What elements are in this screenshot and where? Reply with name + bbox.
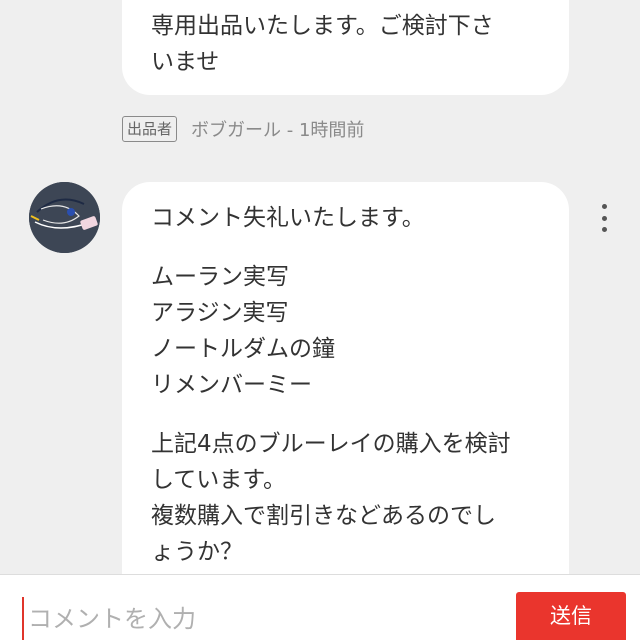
comment-text: コメント失礼いたします。: [151, 205, 425, 231]
comment-text: しています。: [151, 467, 287, 493]
comment-author-time: ボブガール - 1時間前: [191, 120, 365, 141]
comment-text: 上記4点のブルーレイの購入を検討: [151, 431, 511, 457]
comment-thread: 専用出品いたします。ご検討下さ いませ 出品者 ボブガール - 1時間前 コメン…: [0, 0, 640, 640]
kebab-menu-icon[interactable]: [594, 204, 614, 232]
comment-input[interactable]: [22, 597, 492, 640]
comment-text: ょうか？: [151, 539, 243, 565]
avatar[interactable]: [29, 182, 100, 253]
comment-text: リメンバーミー: [151, 372, 312, 398]
comment-bubble-previous: 専用出品いたします。ご検討下さ いませ: [122, 0, 569, 95]
comment-meta: 出品者 ボブガール - 1時間前: [122, 114, 364, 144]
avatar-image: [29, 182, 100, 253]
send-button[interactable]: 送信: [516, 592, 626, 640]
comment-text: ノートルダムの鐘: [151, 336, 335, 362]
comment-bubble: コメント失礼いたします。 ムーラン実写 アラジン実写 ノートルダムの鐘 リメンバ…: [122, 182, 569, 640]
comment-text: ムーラン実写: [151, 264, 289, 290]
comment-line: 専用出品いたします。ご検討下さ: [151, 13, 494, 39]
comment-line: いませ: [151, 49, 220, 75]
seller-badge: 出品者: [122, 116, 178, 142]
comment-text: アラジン実写: [151, 300, 289, 326]
comment-text: 複数購入で割引きなどあるのでし: [151, 503, 496, 529]
